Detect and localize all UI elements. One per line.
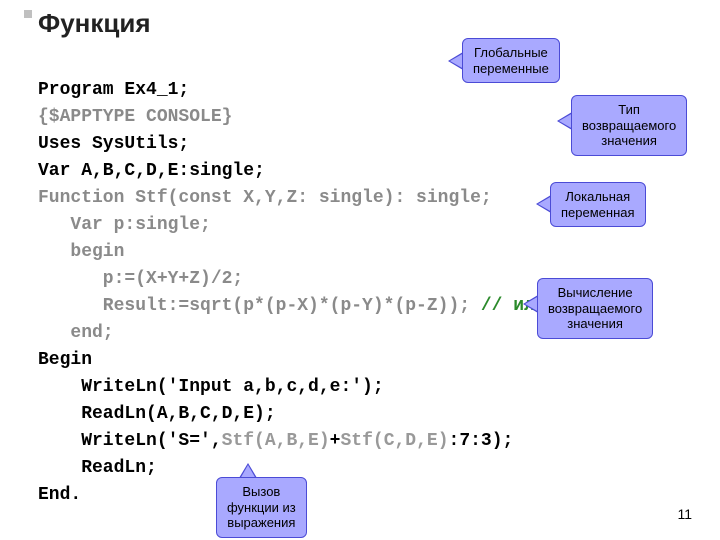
code-line: :7:3); [449, 431, 514, 451]
code-line: Program Ex4_1; [38, 80, 189, 100]
code-line: p:=(X+Y+Z)/2; [38, 269, 243, 289]
code-line: {$APPTYPE CONSOLE} [38, 107, 232, 127]
code-line: WriteLn('Input a,b,c,d,e:'); [38, 377, 384, 397]
callout-local-var: Локальная переменная [550, 182, 646, 227]
code-fn-call: Stf(A,B,E) [222, 431, 330, 451]
callout-return-type: Тип возвращаемого значения [571, 95, 687, 156]
code-line: WriteLn('S=', [38, 431, 222, 451]
code-line: begin [38, 242, 124, 262]
code-line: Var A,B,C,D,E:single; [38, 161, 265, 181]
code-line: Result:=sqrt(p*(p-X)*(p-Y)*(p-Z)); [38, 296, 470, 316]
code-fn-call: Stf(C,D,E) [340, 431, 448, 451]
code-line: End. [38, 485, 81, 505]
code-line: Function Stf(const X,Y,Z: single): singl… [38, 188, 492, 208]
callout-fn-call: Вызов функции из выражения [216, 477, 307, 538]
code-line: Var p:single; [38, 215, 211, 235]
code-line: + [330, 431, 341, 451]
page-number: 11 [677, 506, 692, 522]
deco-square [24, 10, 32, 18]
code-line: ReadLn; [38, 458, 157, 478]
code-line: end; [38, 323, 114, 343]
callout-global-vars: Глобальные переменные [462, 38, 560, 83]
code-line: Uses SysUtils; [38, 134, 189, 154]
callout-calc-return: Вычисление возвращаемого значения [537, 278, 653, 339]
slide-title: Функция [38, 8, 151, 39]
code-line: Begin [38, 350, 92, 370]
code-line: ReadLn(A,B,C,D,E); [38, 404, 276, 424]
